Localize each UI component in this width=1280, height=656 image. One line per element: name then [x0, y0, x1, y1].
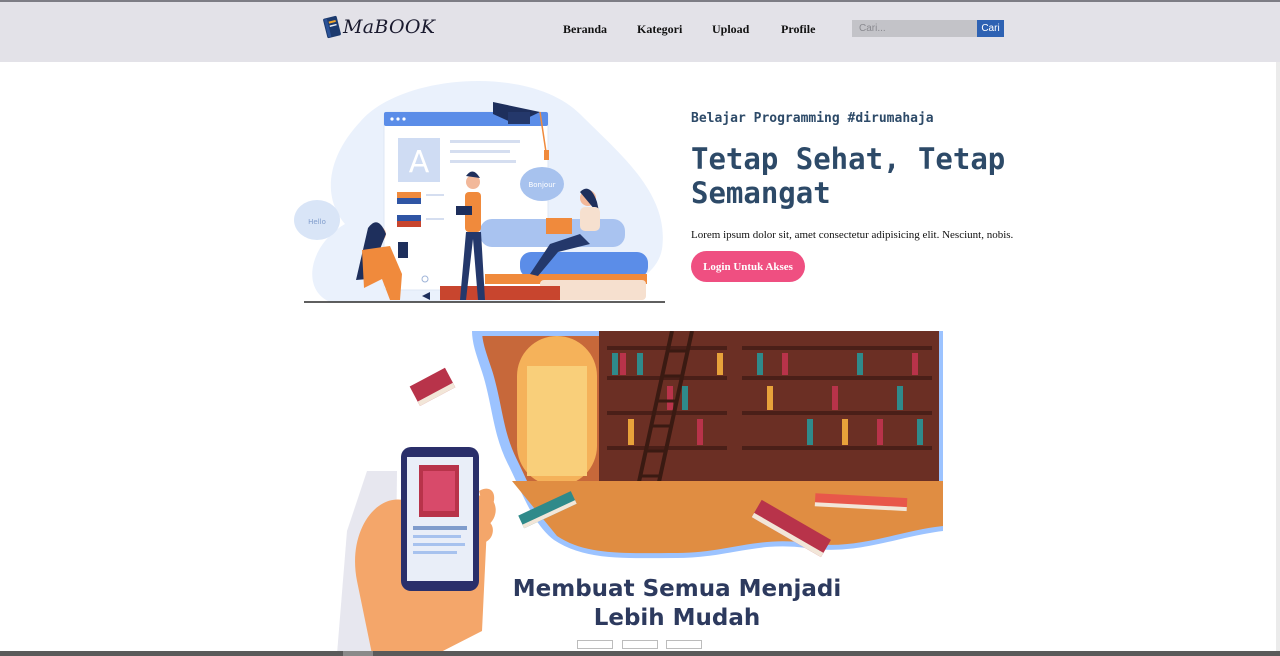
horizontal-scrollbar[interactable] [0, 651, 1280, 656]
scrollbar[interactable] [1276, 62, 1280, 656]
search-button[interactable]: Cari [977, 20, 1004, 37]
bubble-hello-text: Hello [308, 218, 326, 226]
carousel-indicator-3[interactable] [666, 640, 702, 649]
brand-name: MaBOOK [343, 16, 436, 38]
search-input[interactable] [852, 20, 977, 37]
horizontal-scrollbar-thumb[interactable] [343, 651, 373, 656]
nav-profile[interactable]: Profile [781, 22, 815, 37]
hero-illustration: A Bonjour Hello [290, 74, 670, 306]
nav-beranda[interactable]: Beranda [563, 22, 607, 37]
illustration-letter: A [409, 145, 430, 180]
banner-caption: Membuat Semua Menjadi Lebih Mudah [477, 575, 877, 633]
nav-upload[interactable]: Upload [712, 22, 749, 37]
carousel-indicator-2[interactable] [622, 640, 658, 649]
navbar: MaBOOK Beranda Kategori Upload Profile C… [0, 2, 1280, 62]
hero-title: Tetap Sehat, Tetap Semangat [691, 142, 1006, 210]
banner-caption-line1: Membuat Semua Menjadi [512, 576, 842, 602]
brand-logo[interactable]: MaBOOK [322, 12, 435, 42]
bubble-bonjour-text: Bonjour [528, 181, 555, 189]
carousel-indicator-1[interactable] [577, 640, 613, 649]
nav-kategori[interactable]: Kategori [637, 22, 682, 37]
book-icon [323, 15, 341, 39]
login-button[interactable]: Login Untuk Akses [691, 251, 805, 282]
banner-carousel: Membuat Semua Menjadi Lebih Mudah [337, 331, 943, 654]
banner-caption-line2: Lebih Mudah [593, 605, 761, 631]
hero-subtitle: Belajar Programming #dirumahaja [691, 111, 934, 126]
hero-description: Lorem ipsum dolor sit, amet consectetur … [691, 229, 1014, 241]
